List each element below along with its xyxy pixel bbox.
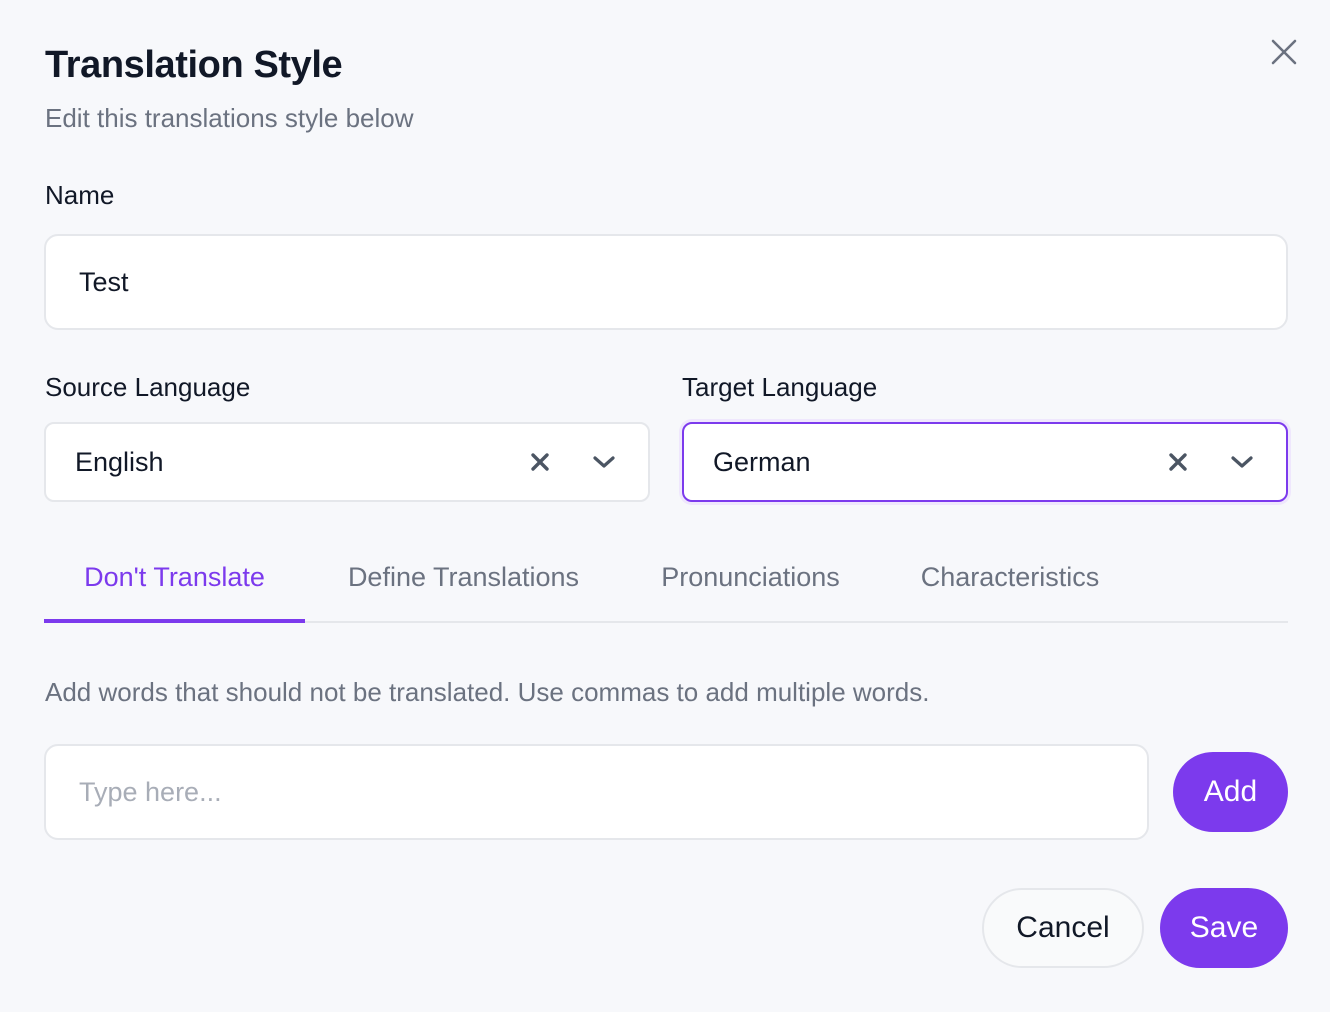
- target-language-dropdown-button[interactable]: [1227, 447, 1257, 477]
- target-language-clear-button[interactable]: [1163, 447, 1193, 477]
- tab-characteristics[interactable]: Characteristics: [895, 548, 1125, 623]
- tab-dont-translate[interactable]: Don't Translate: [44, 548, 305, 623]
- dont-translate-words-input[interactable]: [44, 744, 1149, 840]
- chevron-down-icon: [1231, 456, 1253, 468]
- style-tabs: Don't Translate Define Translations Pron…: [44, 548, 1288, 623]
- tab-pronunciations[interactable]: Pronunciations: [636, 548, 865, 623]
- dialog-title: Translation Style: [45, 44, 343, 86]
- source-language-select[interactable]: English: [44, 422, 650, 502]
- source-language-value: English: [75, 446, 164, 477]
- tab-define-translations[interactable]: Define Translations: [321, 548, 606, 623]
- target-language-select[interactable]: German: [682, 422, 1288, 502]
- source-language-label: Source Language: [45, 372, 251, 402]
- dialog-subtitle: Edit this translations style below: [45, 103, 414, 133]
- clear-x-icon: [1169, 453, 1187, 471]
- source-language-dropdown-button[interactable]: [589, 447, 619, 477]
- chevron-down-icon: [593, 456, 615, 468]
- translation-style-dialog: Translation Style Edit this translations…: [0, 0, 1330, 1012]
- clear-x-icon: [531, 453, 549, 471]
- close-button[interactable]: [1266, 34, 1302, 70]
- name-label: Name: [45, 180, 115, 210]
- close-icon: [1271, 39, 1297, 65]
- add-button[interactable]: Add: [1173, 752, 1288, 832]
- source-language-clear-button[interactable]: [525, 447, 555, 477]
- save-button[interactable]: Save: [1160, 888, 1288, 968]
- dont-translate-help-text: Add words that should not be translated.…: [45, 677, 930, 707]
- target-language-value: German: [713, 446, 811, 477]
- cancel-button[interactable]: Cancel: [982, 888, 1144, 968]
- name-input[interactable]: [44, 234, 1288, 330]
- target-language-label: Target Language: [682, 372, 878, 402]
